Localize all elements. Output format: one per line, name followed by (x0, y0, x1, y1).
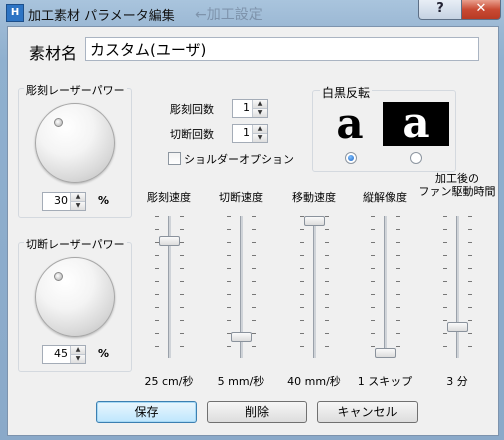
engrave-power-unit: % (98, 194, 110, 207)
slider-label-2: 切断速度 (219, 191, 263, 204)
app-icon: H (6, 4, 24, 22)
knob-indicator-dot (54, 272, 63, 281)
slider-label-3: 移動速度 (292, 191, 336, 204)
spin-down-arrow-icon[interactable]: ▼ (253, 133, 267, 142)
slider-label-1: 彫刻速度 (147, 191, 191, 204)
engrave-power-spinbox[interactable]: 30 ▲ ▼ (42, 192, 86, 211)
cut-count-value[interactable]: 1 (243, 125, 250, 141)
slider-ticks-left (371, 216, 375, 358)
spin-down-arrow-icon[interactable]: ▼ (71, 201, 85, 210)
slider-label-4: 縦解像度 (363, 191, 407, 204)
engrave-power-knob[interactable] (35, 103, 115, 183)
spin-down-arrow-icon[interactable]: ▼ (71, 354, 85, 363)
cut-power-title: 切断レーザーパワー (24, 236, 127, 252)
material-name-input[interactable]: カスタム(ユーザ) (85, 37, 479, 61)
cancel-button[interactable]: キャンセル (317, 401, 418, 423)
slider-value-4: 1 スキップ (357, 375, 413, 388)
slider-ticks-right (252, 216, 256, 358)
cut-power-knob[interactable] (35, 257, 115, 337)
shoulder-option-label: ショルダーオプション (184, 153, 294, 166)
slider-track-4[interactable] (384, 216, 387, 358)
slider-value-1: 25 cm/秒 (144, 375, 194, 388)
spin-up-arrow-icon[interactable]: ▲ (71, 193, 85, 201)
title-bar[interactable]: H 加工素材 パラメータ編集 ←加工設定 ? ✕ (0, 0, 504, 26)
cut-power-value[interactable]: 45 (54, 346, 68, 362)
delete-button[interactable]: 削除 (207, 401, 307, 423)
engrave-power-title: 彫刻レーザーパワー (24, 82, 127, 98)
slider-label-5: 加工後の ファン駆動時間 (418, 172, 496, 198)
slider-ticks-left (300, 216, 304, 358)
slider-thumb-5[interactable] (447, 321, 468, 332)
radio-selected-dot (348, 155, 354, 161)
material-name-label: 素材名 (29, 44, 78, 63)
slider-value-5: 3 分 (446, 375, 468, 388)
cut-power-unit: % (98, 347, 110, 360)
spin-up-arrow-icon[interactable]: ▲ (253, 125, 267, 133)
slider-track-3[interactable] (313, 216, 316, 358)
cut-power-spinbox[interactable]: 45 ▲ ▼ (42, 345, 86, 364)
slider-value-3: 40 mm/秒 (287, 375, 341, 388)
cut-count-spinbox[interactable]: 1 ▲ ▼ (232, 124, 268, 143)
slider-ticks-right (468, 216, 472, 358)
engrave-count-spinbox[interactable]: 1 ▲ ▼ (232, 99, 268, 118)
spin-down-arrow-icon[interactable]: ▼ (253, 108, 267, 117)
slider-ticks-left (443, 216, 447, 358)
slider-thumb-4[interactable] (375, 348, 396, 358)
slider-ticks-right (396, 216, 400, 358)
slider-thumb-3[interactable] (304, 216, 325, 226)
window-title: 加工素材 パラメータ編集 (28, 9, 175, 24)
help-button[interactable]: ? (418, 0, 462, 20)
normal-glyph-preview: a (336, 99, 364, 148)
slider-ticks-right (325, 216, 329, 358)
slider-track-5[interactable] (456, 216, 459, 358)
inverted-glyph-preview: a (383, 102, 449, 146)
cut-count-label: 切断回数 (170, 128, 214, 141)
shoulder-option-checkbox[interactable] (168, 152, 181, 165)
normal-radio-button[interactable] (345, 152, 357, 164)
engrave-count-label: 彫刻回数 (170, 103, 214, 116)
spin-up-arrow-icon[interactable]: ▲ (71, 346, 85, 354)
knob-indicator-dot (54, 118, 63, 127)
slider-thumb-2[interactable] (231, 332, 252, 343)
slider-ticks-right (180, 216, 184, 358)
slider-value-2: 5 mm/秒 (217, 375, 265, 388)
background-window-title: ←加工設定 (195, 7, 263, 23)
engrave-count-value[interactable]: 1 (243, 100, 250, 116)
close-button[interactable]: ✕ (461, 0, 501, 20)
inverted-radio-button[interactable] (410, 152, 422, 164)
engrave-power-value[interactable]: 30 (54, 193, 68, 209)
spin-up-arrow-icon[interactable]: ▲ (253, 100, 267, 108)
save-button[interactable]: 保存 (96, 401, 197, 423)
slider-thumb-1[interactable] (159, 235, 180, 246)
